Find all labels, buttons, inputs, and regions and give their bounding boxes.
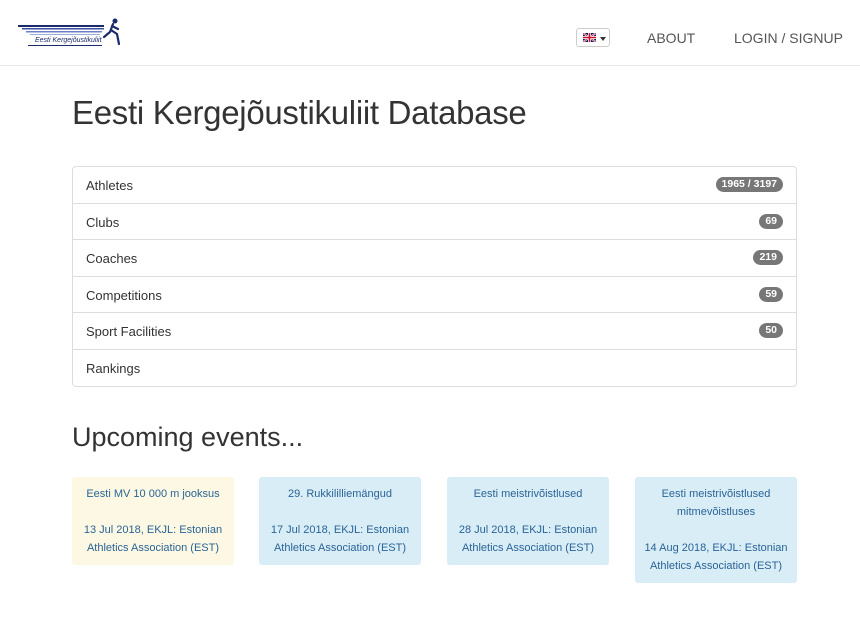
list-item-label: Clubs <box>86 214 120 230</box>
database-list: Athletes 1965 / 3197 Clubs 69 Coaches 21… <box>72 166 797 387</box>
list-item-athletes[interactable]: Athletes 1965 / 3197 <box>73 167 796 204</box>
list-item-label: Sport Facilities <box>86 324 172 339</box>
list-item-competitions[interactable]: Competitions 59 <box>73 277 796 313</box>
list-item-sport-facilities[interactable]: Sport Facilities 50 <box>73 313 796 350</box>
logo-text: Eesti Kergejõustikuliit <box>35 37 102 44</box>
count-badge: 69 <box>759 213 783 229</box>
nav-about-link[interactable]: ABOUT <box>647 30 695 46</box>
event-card[interactable]: Eesti meistrivõistlused mitmevõistluses … <box>635 477 797 583</box>
list-item-rankings[interactable]: Rankings <box>73 350 796 387</box>
uk-flag-icon <box>583 33 596 42</box>
count-badge: 50 <box>759 323 783 338</box>
page-title: Eesti Kergejõustikuliit Database <box>72 94 527 131</box>
event-name: Eesti meistrivõistlused mitmevõistluses <box>661 488 771 518</box>
count-badge: 59 <box>759 286 783 302</box>
event-card[interactable]: Eesti meistrivõistlused 28 Jul 2018, EKJ… <box>447 477 609 565</box>
list-item-coaches[interactable]: Coaches 219 <box>73 240 796 277</box>
list-item-label: Competitions <box>86 287 162 303</box>
count-badge: 219 <box>753 250 783 265</box>
navbar: Eesti Kergejõustikuliit ABOUT LOGIN / SI… <box>0 0 860 66</box>
language-dropdown[interactable] <box>576 28 610 47</box>
count-badge: 1965 / 3197 <box>715 177 783 192</box>
event-details: 14 Aug 2018, EKJL: Estonian Athletics As… <box>644 542 788 572</box>
list-item-label: Rankings <box>86 360 141 376</box>
site-logo[interactable]: Eesti Kergejõustikuliit <box>18 17 124 49</box>
upcoming-events-title: Upcoming events... <box>72 422 304 452</box>
nav-login-link[interactable]: LOGIN / SIGNUP <box>734 30 843 46</box>
list-item-label: Athletes <box>86 178 133 193</box>
event-card[interactable]: Eesti MV 10 000 m jooksus 13 Jul 2018, E… <box>72 477 234 565</box>
list-item-label: Coaches <box>86 251 138 266</box>
event-card[interactable]: 29. Rukkililliemängud 17 Jul 2018, EKJL:… <box>259 477 421 565</box>
event-name: 29. Rukkililliemängud <box>288 488 392 500</box>
event-details: 13 Jul 2018, EKJL: Estonian Athletics As… <box>83 524 223 554</box>
event-name: Eesti meistrivõistlused <box>473 488 583 500</box>
runner-logo-icon <box>18 18 121 46</box>
chevron-down-icon <box>600 37 606 41</box>
event-name: Eesti MV 10 000 m jooksus <box>86 488 220 500</box>
event-details: 17 Jul 2018, EKJL: Estonian Athletics As… <box>270 524 410 554</box>
list-item-clubs[interactable]: Clubs 69 <box>73 204 796 240</box>
event-details: 28 Jul 2018, EKJL: Estonian Athletics As… <box>458 524 598 554</box>
